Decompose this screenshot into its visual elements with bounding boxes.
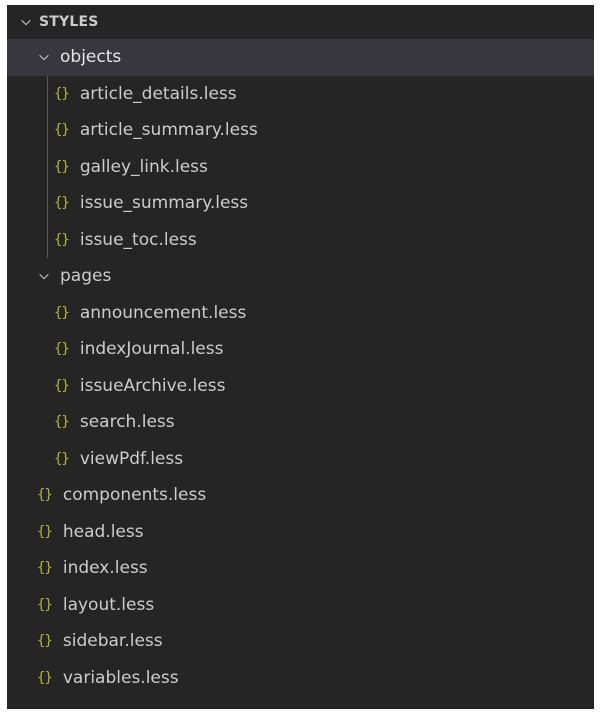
less-file-icon: {} — [54, 414, 70, 431]
chevron-down-icon — [39, 55, 49, 61]
file-label: indexJournal.less — [79, 339, 224, 360]
less-file-icon: {} — [54, 195, 70, 212]
file-item[interactable]: {} head.less — [7, 514, 594, 551]
file-label: layout.less — [62, 594, 155, 615]
file-label: article_details.less — [79, 83, 237, 104]
less-file-icon: {} — [37, 523, 53, 540]
file-item[interactable]: {} issue_toc.less — [7, 222, 594, 259]
file-item[interactable]: {} layout.less — [7, 587, 594, 624]
file-item[interactable]: {} announcement.less — [7, 295, 594, 332]
less-file-icon: {} — [37, 560, 53, 577]
less-file-icon: {} — [54, 377, 70, 394]
file-item[interactable]: {} indexJournal.less — [7, 331, 594, 368]
file-item[interactable]: {} galley_link.less — [7, 149, 594, 186]
less-file-icon: {} — [54, 304, 70, 321]
file-label: issue_summary.less — [79, 193, 249, 214]
less-file-icon: {} — [54, 158, 70, 175]
less-file-icon: {} — [54, 231, 70, 248]
file-label: issueArchive.less — [79, 375, 226, 396]
file-label: components.less — [62, 485, 207, 506]
section-header-styles[interactable]: STYLES — [7, 5, 594, 39]
file-label: index.less — [62, 558, 148, 579]
section-title: STYLES — [39, 14, 99, 30]
explorer-panel: STYLES objects {} article_details.less {… — [7, 5, 594, 709]
less-file-icon: {} — [54, 85, 70, 102]
file-item[interactable]: {} sidebar.less — [7, 623, 594, 660]
file-item[interactable]: {} search.less — [7, 404, 594, 441]
file-item[interactable]: {} components.less — [7, 477, 594, 514]
less-file-icon: {} — [37, 596, 53, 613]
chevron-down-icon — [39, 274, 49, 280]
file-label: issue_toc.less — [79, 229, 197, 250]
less-file-icon: {} — [37, 669, 53, 686]
file-tree: objects {} article_details.less {} artic… — [7, 39, 594, 696]
less-file-icon: {} — [37, 633, 53, 650]
folder-label: objects — [60, 47, 122, 68]
file-item[interactable]: {} issue_summary.less — [7, 185, 594, 222]
file-item[interactable]: {} article_summary.less — [7, 112, 594, 149]
file-label: variables.less — [62, 667, 179, 688]
folder-objects[interactable]: objects — [7, 39, 594, 76]
less-file-icon: {} — [37, 487, 53, 504]
file-item[interactable]: {} article_details.less — [7, 76, 594, 113]
file-label: article_summary.less — [79, 120, 258, 141]
folder-pages-children: {} announcement.less {} indexJournal.les… — [7, 295, 594, 478]
less-file-icon: {} — [54, 122, 70, 139]
file-label: search.less — [79, 412, 175, 433]
less-file-icon: {} — [54, 450, 70, 467]
file-label: announcement.less — [79, 302, 247, 323]
chevron-down-icon — [21, 19, 31, 26]
folder-label: pages — [60, 266, 112, 287]
folder-objects-children: {} article_details.less {} article_summa… — [7, 75, 594, 259]
less-file-icon: {} — [54, 341, 70, 358]
file-label: viewPdf.less — [79, 448, 184, 469]
file-label: galley_link.less — [79, 156, 208, 177]
folder-pages[interactable]: pages — [7, 258, 594, 295]
file-item[interactable]: {} viewPdf.less — [7, 441, 594, 478]
file-item[interactable]: {} issueArchive.less — [7, 368, 594, 405]
file-item[interactable]: {} index.less — [7, 550, 594, 587]
file-label: head.less — [62, 521, 144, 542]
file-label: sidebar.less — [62, 631, 163, 652]
file-item[interactable]: {} variables.less — [7, 660, 594, 697]
